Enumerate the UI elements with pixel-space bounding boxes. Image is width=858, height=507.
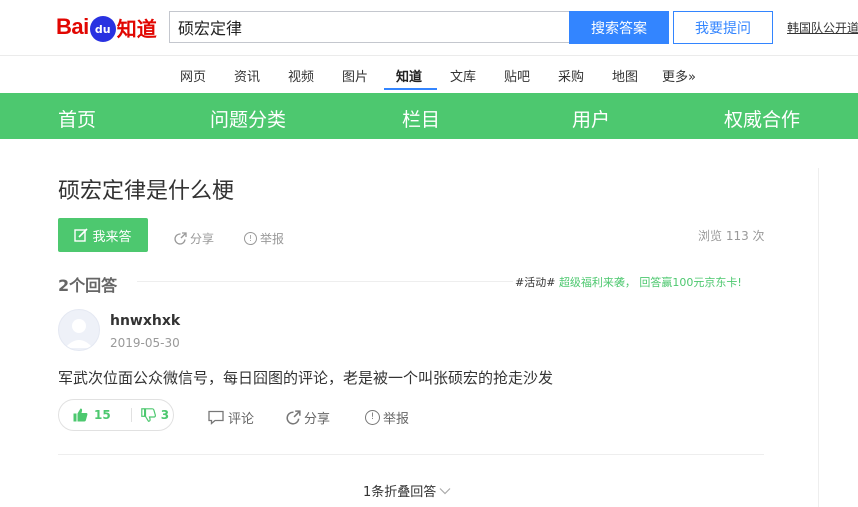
channel-tieba[interactable]: 贴吧 xyxy=(504,66,530,85)
answer-report-button[interactable]: ! 举报 xyxy=(365,408,409,427)
search-answer-button[interactable]: 搜索答案 xyxy=(569,11,669,44)
promo-text: 超级福利来袭， 回答赢100元京东卡! xyxy=(558,276,742,289)
search-input[interactable] xyxy=(169,11,569,43)
ask-question-button[interactable]: 我要提问 xyxy=(673,11,773,44)
thumbs-up-icon xyxy=(73,408,88,422)
answer-date: 2019-05-30 xyxy=(110,336,180,350)
vote-separator xyxy=(130,408,132,422)
answer-button[interactable]: 我来答 xyxy=(58,218,148,252)
question-report-button[interactable]: ! 举报 xyxy=(244,230,284,247)
nav-columns[interactable]: 栏目 xyxy=(402,105,440,132)
folded-answers-toggle[interactable]: 1条折叠回答 xyxy=(363,481,451,500)
comment-button[interactable]: 评论 xyxy=(208,408,254,427)
logo-bai-text: Bai xyxy=(56,14,89,39)
nav-cooperation[interactable]: 权威合作 xyxy=(724,105,800,132)
channel-purchase[interactable]: 采购 xyxy=(558,66,584,85)
top-right-link[interactable]: 韩国队公开道 xyxy=(787,19,858,36)
paw-icon: du xyxy=(89,16,116,42)
avatar[interactable] xyxy=(58,309,100,351)
channel-more[interactable]: 更多» xyxy=(662,66,696,85)
dislike-button[interactable]: 3 xyxy=(140,408,170,422)
report-label: 举报 xyxy=(260,232,285,246)
report-icon: ! xyxy=(244,232,257,245)
user-avatar-icon xyxy=(65,319,93,348)
question-title: 硕宏定律是什么梗 xyxy=(58,179,235,204)
nav-users[interactable]: 用户 xyxy=(572,105,610,132)
question-share-button[interactable]: 分享 xyxy=(174,230,214,247)
like-button[interactable]: 15 xyxy=(73,408,111,422)
answer-report-label: 举报 xyxy=(383,412,410,427)
baidu-zhidao-logo[interactable]: Bai du 知道 xyxy=(56,9,157,45)
channel-video[interactable]: 视频 xyxy=(288,66,314,85)
comment-icon xyxy=(208,410,224,425)
nav-home[interactable]: 首页 xyxy=(58,105,96,132)
channel-zhidao[interactable]: 知道 xyxy=(396,66,422,85)
logo-zhidao-text: 知道 xyxy=(116,16,157,41)
answer-username[interactable]: hnwxhxk xyxy=(110,313,180,329)
active-channel-underline xyxy=(384,88,437,90)
channel-news[interactable]: 资讯 xyxy=(234,66,260,85)
chevron-down-icon xyxy=(439,487,451,494)
promo-banner[interactable]: #活动# 超级福利来袭， 回答赢100元京东卡! xyxy=(515,274,742,290)
report-icon: ! xyxy=(365,410,380,425)
like-count: 15 xyxy=(94,408,111,422)
channel-images[interactable]: 图片 xyxy=(342,66,368,85)
channel-map[interactable]: 地图 xyxy=(612,66,638,85)
answer-button-label: 我来答 xyxy=(92,229,132,245)
answer-count: 2个回答 xyxy=(58,276,118,295)
header-divider xyxy=(0,55,858,56)
thumbs-down-icon xyxy=(140,408,156,422)
answer-share-button[interactable]: 分享 xyxy=(286,408,330,427)
channel-web[interactable]: 网页 xyxy=(180,66,206,85)
promo-tag: #活动# xyxy=(515,276,556,289)
answer-share-label: 分享 xyxy=(304,412,331,427)
answer-divider xyxy=(58,454,764,455)
channel-wenku[interactable]: 文库 xyxy=(450,66,476,85)
comment-label: 评论 xyxy=(228,412,255,427)
answers-header-line xyxy=(137,281,513,282)
sidebar-divider xyxy=(818,168,819,507)
share-icon xyxy=(286,410,301,425)
view-count: 浏览 113 次 xyxy=(698,229,765,243)
vote-box: 15 3 xyxy=(58,399,174,431)
share-label: 分享 xyxy=(190,232,215,246)
dislike-count: 3 xyxy=(160,408,170,422)
folded-label: 1条折叠回答 xyxy=(363,485,437,500)
nav-categories[interactable]: 问题分类 xyxy=(210,105,286,132)
share-icon xyxy=(174,232,187,245)
edit-icon xyxy=(74,228,89,242)
answer-text: 军武次位面公众微信号，每日囧图的评论，老是被一个叫张硕宏的抢走沙发 xyxy=(58,369,554,387)
